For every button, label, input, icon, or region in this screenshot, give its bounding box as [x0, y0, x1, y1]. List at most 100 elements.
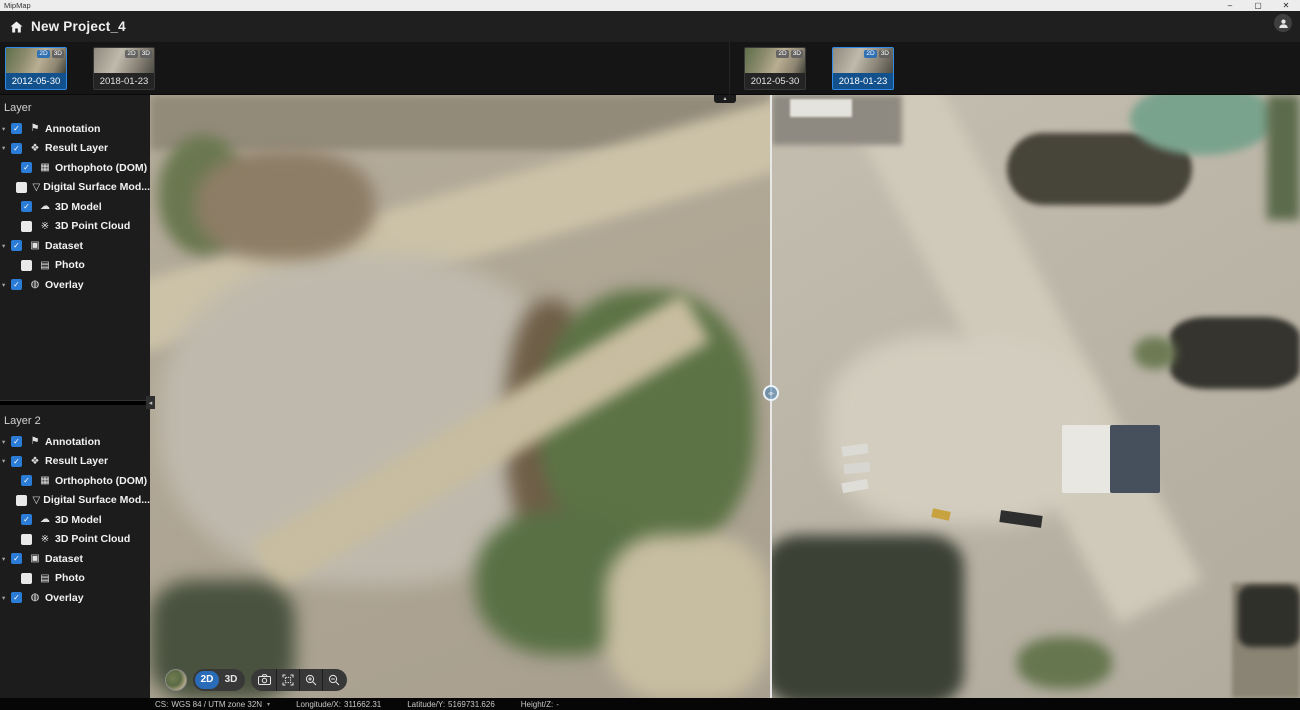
- layer-row-overlay[interactable]: ▾✓◍Overlay: [0, 588, 150, 608]
- checkbox-unchecked[interactable]: [21, 221, 32, 232]
- checkbox-unchecked[interactable]: [21, 573, 32, 584]
- checkbox-checked[interactable]: ✓: [11, 436, 22, 447]
- view-mode-toggle: 2D3D: [193, 669, 245, 691]
- checkbox-checked[interactable]: ✓: [11, 592, 22, 603]
- layer-row-result-layer[interactable]: ▾✓❖Result Layer: [0, 139, 150, 159]
- layers-icon: ❖: [28, 456, 42, 467]
- checkbox-checked[interactable]: ✓: [11, 456, 22, 467]
- chevron-down-icon[interactable]: ▾: [2, 242, 11, 250]
- thumb-group-right: 2D3D2012-05-30 2D3D2018-01-23: [744, 47, 894, 90]
- chevron-down-icon[interactable]: ▾: [2, 281, 11, 289]
- layer-row-3d-model[interactable]: ▾✓☁3D Model: [0, 197, 150, 217]
- checkbox-checked[interactable]: ✓: [11, 123, 22, 134]
- thumbnail-2012-05-30[interactable]: 2D3D2012-05-30: [5, 47, 67, 90]
- flag-icon: ⚑: [28, 436, 42, 447]
- collapse-strip-tab[interactable]: ▲: [714, 95, 736, 103]
- checkbox-checked[interactable]: ✓: [11, 240, 22, 251]
- layer-row-digital-surface-mod[interactable]: ▾▽Digital Surface Mod...: [0, 491, 150, 511]
- height-readout: Height/Z:-: [521, 700, 559, 709]
- thumbnail-2018-01-23[interactable]: 2D3D2018-01-23: [832, 47, 894, 90]
- chevron-down-icon[interactable]: ▾: [2, 555, 11, 563]
- layer-label: Overlay: [45, 279, 84, 291]
- badge-2d[interactable]: 2D: [776, 50, 788, 58]
- layer-row-result-layer[interactable]: ▾✓❖Result Layer: [0, 452, 150, 472]
- layer-row-photo[interactable]: ▾▤Photo: [0, 256, 150, 276]
- aerial-imagery-right[interactable]: [772, 95, 1300, 698]
- layer-label: Digital Surface Mod...: [43, 494, 150, 506]
- layer-label: Digital Surface Mod...: [43, 181, 150, 193]
- image-icon: ▦: [38, 162, 52, 173]
- chevron-down-icon[interactable]: ▾: [2, 594, 11, 602]
- home-icon[interactable]: [10, 21, 23, 33]
- checkbox-checked[interactable]: ✓: [11, 553, 22, 564]
- chevron-down-icon[interactable]: ▾: [2, 457, 11, 465]
- checkbox-checked[interactable]: ✓: [21, 162, 32, 173]
- checkbox-unchecked[interactable]: [16, 182, 27, 193]
- aerial-imagery-left[interactable]: [150, 95, 770, 698]
- camera-icon[interactable]: [253, 669, 276, 691]
- app-window: MipMap – ▢ ✕ New Project_4 2D3D2012-05-3…: [0, 0, 1300, 710]
- image-icon: ▦: [38, 475, 52, 486]
- checkbox-unchecked[interactable]: [21, 534, 32, 545]
- user-avatar[interactable]: [1274, 14, 1292, 32]
- close-icon[interactable]: ✕: [1272, 1, 1300, 10]
- minimize-icon[interactable]: –: [1216, 1, 1244, 10]
- layer-label: 3D Point Cloud: [55, 533, 130, 545]
- layer-label: Overlay: [45, 592, 84, 604]
- layer-label: 3D Point Cloud: [55, 220, 130, 232]
- checkbox-checked[interactable]: ✓: [11, 279, 22, 290]
- terrain-patch: [1267, 95, 1300, 220]
- badge-3d[interactable]: 3D: [879, 50, 891, 58]
- page-title: New Project_4: [31, 19, 126, 34]
- checkbox-checked[interactable]: ✓: [21, 514, 32, 525]
- thumbnail-2012-05-30[interactable]: 2D3D2012-05-30: [744, 47, 806, 90]
- layer-row-digital-surface-mod[interactable]: ▾▽Digital Surface Mod...: [0, 178, 150, 198]
- layer-row-3d-model[interactable]: ▾✓☁3D Model: [0, 510, 150, 530]
- layer-row-dataset[interactable]: ▾✓▣Dataset: [0, 236, 150, 256]
- badge-3d[interactable]: 3D: [791, 50, 803, 58]
- chevron-down-icon[interactable]: ▾: [2, 125, 11, 133]
- layer-row-orthophoto-dom[interactable]: ▾✓▦Orthophoto (DOM): [0, 158, 150, 178]
- zoom-out-icon[interactable]: [322, 669, 345, 691]
- chevron-down-icon[interactable]: ▾: [2, 144, 11, 152]
- basemap-switcher[interactable]: [165, 669, 187, 691]
- layer-row-3d-point-cloud[interactable]: ▾※3D Point Cloud: [0, 530, 150, 550]
- swipe-handle[interactable]: ◃▹: [763, 385, 779, 401]
- layer-row-photo[interactable]: ▾▤Photo: [0, 569, 150, 589]
- badge-3d[interactable]: 3D: [140, 50, 152, 58]
- extent-icon[interactable]: [276, 669, 299, 691]
- layer-row-dataset[interactable]: ▾✓▣Dataset: [0, 549, 150, 569]
- thumbnail-2018-01-23[interactable]: 2D3D2018-01-23: [93, 47, 155, 90]
- badge-2d[interactable]: 2D: [125, 50, 137, 58]
- panel-collapse-handle[interactable]: ◂: [146, 396, 155, 409]
- checkbox-unchecked[interactable]: [16, 495, 27, 506]
- layer-row-3d-point-cloud[interactable]: ▾※3D Point Cloud: [0, 217, 150, 237]
- status-bar: CS: WGS 84 / UTM zone 32N ▾ Longitude/X:…: [0, 698, 1300, 710]
- checkbox-checked[interactable]: ✓: [11, 143, 22, 154]
- terrain-patch: [1134, 337, 1176, 369]
- checkbox-checked[interactable]: ✓: [21, 201, 32, 212]
- terrain-patch: [1110, 425, 1160, 493]
- terrain-patch: [1017, 637, 1112, 689]
- layer-label: 3D Model: [55, 201, 102, 213]
- badge-3d[interactable]: 3D: [52, 50, 64, 58]
- badge-2d[interactable]: 2D: [864, 50, 876, 58]
- layer-row-annotation[interactable]: ▾✓⚑Annotation: [0, 432, 150, 452]
- panel-divider: [0, 400, 150, 405]
- pointcloud-icon: ※: [38, 221, 52, 232]
- dataset-icon: ▣: [28, 553, 42, 564]
- coordinate-system-selector[interactable]: CS: WGS 84 / UTM zone 32N ▾: [155, 700, 270, 709]
- view-2d-button[interactable]: 2D: [195, 671, 219, 689]
- checkbox-unchecked[interactable]: [21, 260, 32, 271]
- maximize-icon[interactable]: ▢: [1244, 1, 1272, 10]
- view-3d-button[interactable]: 3D: [219, 671, 243, 689]
- chevron-down-icon[interactable]: ▾: [2, 438, 11, 446]
- layer-row-overlay[interactable]: ▾✓◍Overlay: [0, 275, 150, 295]
- photo-icon: ▤: [38, 260, 52, 271]
- zoom-in-icon[interactable]: [299, 669, 322, 691]
- layer-row-orthophoto-dom[interactable]: ▾✓▦Orthophoto (DOM): [0, 471, 150, 491]
- layer-row-annotation[interactable]: ▾✓⚑Annotation: [0, 119, 150, 139]
- app-header: New Project_4: [0, 11, 1300, 42]
- badge-2d[interactable]: 2D: [37, 50, 49, 58]
- checkbox-checked[interactable]: ✓: [21, 475, 32, 486]
